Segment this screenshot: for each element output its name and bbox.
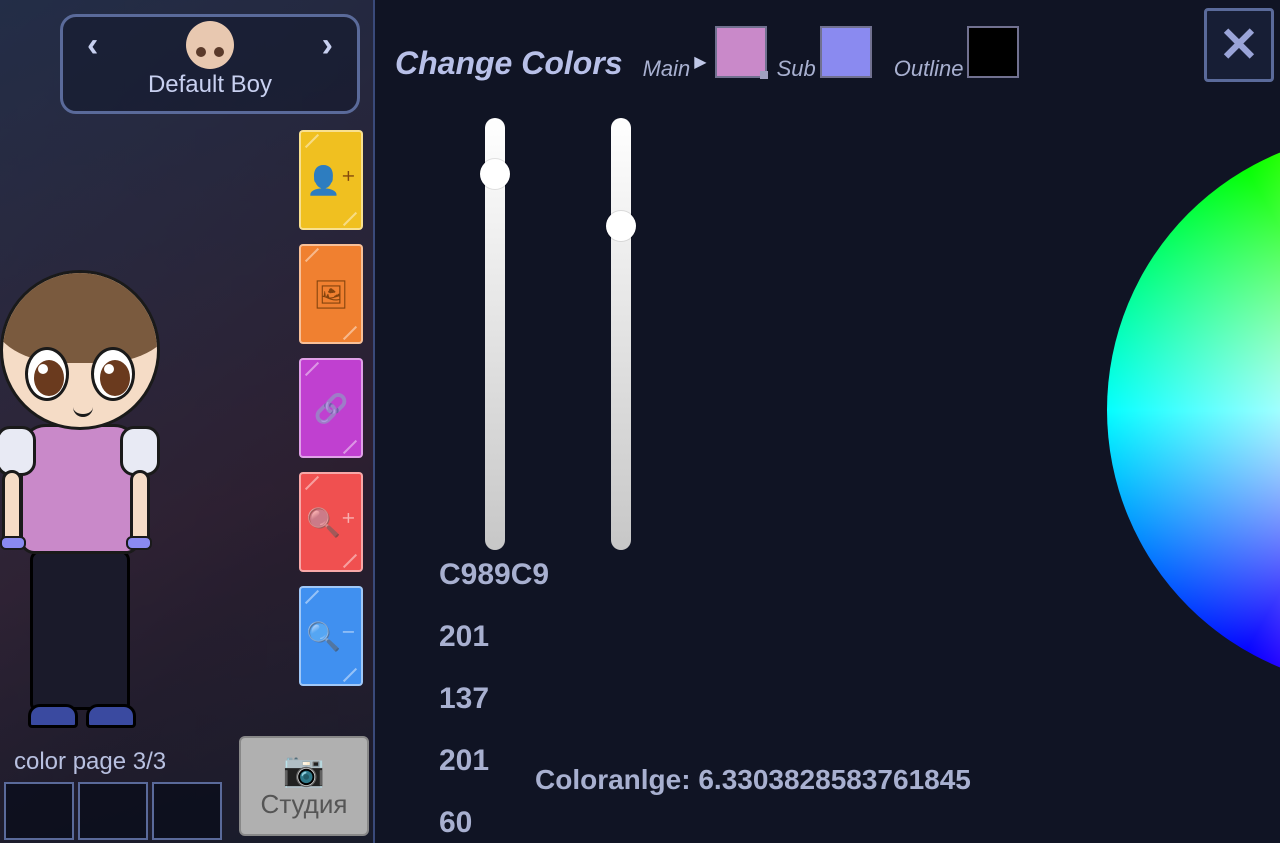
- outline-color-swatch[interactable]: [967, 26, 1019, 78]
- zoom-out-icon: 🔍⁻: [306, 620, 356, 653]
- palette-row: [4, 782, 222, 840]
- palette-slot[interactable]: [152, 782, 222, 840]
- triangle-icon: ▶: [694, 52, 706, 72]
- color-wheel[interactable]: [1107, 132, 1280, 688]
- color-editor-panel: Change Colors Main ▶ Sub Outline ✕ C989C…: [375, 0, 1280, 843]
- change-colors-title: Change Colors: [395, 45, 623, 82]
- prev-character-arrow[interactable]: ‹: [87, 26, 98, 65]
- link-button[interactable]: 🔗: [299, 358, 363, 458]
- palette-slot[interactable]: [78, 782, 148, 840]
- character-preview: [0, 270, 190, 740]
- studio-button[interactable]: 📷 Студия: [239, 736, 369, 836]
- main-swatch-group: Main ▶: [643, 30, 767, 82]
- angle-value: 6.3303828583761845: [698, 764, 971, 795]
- slider-thumb[interactable]: [480, 159, 510, 189]
- background-button[interactable]: 🖼: [299, 244, 363, 344]
- brightness-slider[interactable]: [485, 118, 505, 550]
- character-switcher: ‹ › Default Boy: [60, 14, 360, 114]
- sub-label: Sub: [777, 56, 816, 82]
- sub-swatch-group: Sub: [777, 30, 872, 82]
- red-value: 201: [439, 620, 549, 654]
- sub-color-swatch[interactable]: [820, 26, 872, 78]
- color-page-label: color page 3/3: [14, 748, 166, 776]
- studio-label: Студия: [261, 789, 348, 820]
- zoom-out-button[interactable]: 🔍⁻: [299, 586, 363, 686]
- user-plus-icon: 👤⁺: [306, 164, 356, 197]
- character-head-icon: [186, 21, 234, 69]
- color-readout: C989C9 201 137 201 60: [439, 558, 549, 840]
- zoom-in-icon: 🔍⁺: [306, 506, 356, 539]
- palette-slot[interactable]: [4, 782, 74, 840]
- top-bar: Change Colors Main ▶ Sub Outline: [395, 18, 1260, 82]
- saturation-slider[interactable]: [611, 118, 631, 550]
- main-color-swatch[interactable]: [715, 26, 767, 78]
- hex-value: C989C9: [439, 558, 549, 592]
- blue-value: 201: [439, 744, 549, 778]
- main-label: Main: [643, 56, 691, 82]
- add-character-button[interactable]: 👤⁺: [299, 130, 363, 230]
- link-icon: 🔗: [314, 392, 349, 425]
- sliders: [485, 118, 631, 550]
- green-value: 137: [439, 682, 549, 716]
- zoom-in-button[interactable]: 🔍⁺: [299, 472, 363, 572]
- angle-label: Coloranlge:: [535, 764, 691, 795]
- extra-value: 60: [439, 806, 549, 840]
- close-icon: ✕: [1219, 17, 1259, 73]
- color-wheel-container: [1107, 132, 1280, 688]
- outline-label: Outline: [894, 56, 964, 82]
- close-button[interactable]: ✕: [1204, 8, 1274, 82]
- camera-icon: 📷: [283, 753, 325, 787]
- slider-thumb[interactable]: [606, 211, 636, 241]
- tool-column: 👤⁺ 🖼 🔗 🔍⁺ 🔍⁻: [299, 130, 369, 686]
- character-name: Default Boy: [148, 71, 272, 99]
- image-icon: 🖼: [313, 278, 349, 311]
- outline-swatch-group: Outline: [894, 30, 1020, 82]
- next-character-arrow[interactable]: ›: [322, 26, 333, 65]
- left-panel: ‹ › Default Boy 👤⁺ 🖼 🔗 🔍⁺ 🔍⁻: [0, 0, 375, 843]
- color-angle-line: Coloranlge: 6.3303828583761845: [535, 764, 971, 796]
